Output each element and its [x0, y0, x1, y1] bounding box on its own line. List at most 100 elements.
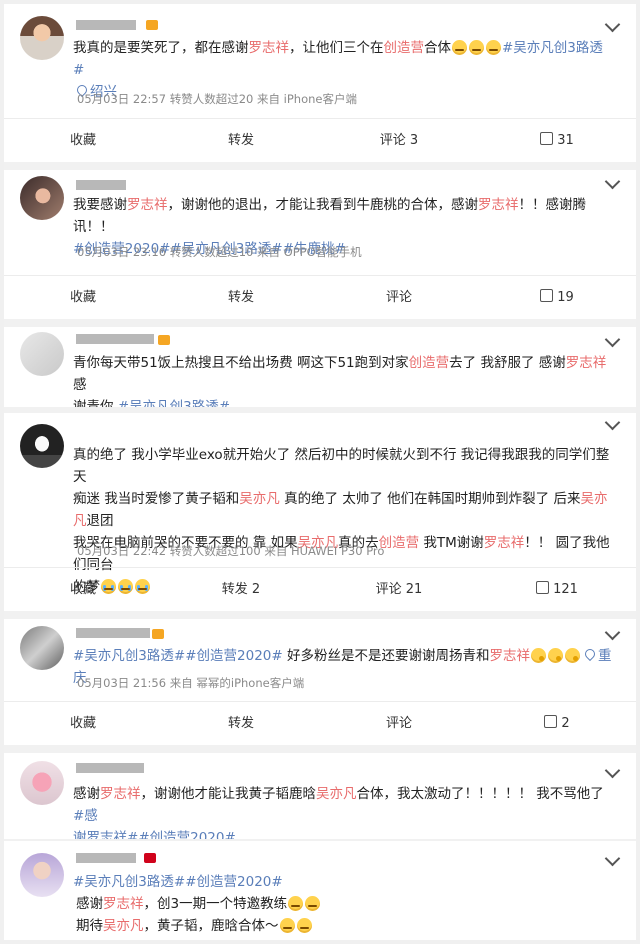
post-2: 我要感谢罗志祥，谢谢他的退出，才能让我看到牛鹿桃的合体，感谢罗志祥！！感谢腾讯！…: [4, 170, 636, 275]
location-pin-icon: [582, 646, 598, 662]
comment-button[interactable]: 评论 3: [320, 119, 478, 163]
mention-highlight[interactable]: 创造营: [409, 355, 450, 371]
text-segment: 我TM谢谢: [419, 535, 484, 551]
avatar[interactable]: [20, 176, 64, 220]
collect-button[interactable]: 收藏: [4, 702, 162, 746]
post-meta: 05月03日 22:57 转赞人数超过20 来自 iPhone客户端: [77, 92, 357, 106]
username[interactable]: [76, 851, 176, 865]
avatar[interactable]: [20, 332, 64, 376]
chevron-down-icon[interactable]: [604, 762, 621, 779]
text-segment: 青你每天带51饭上热搜且不给出场费 啊这下51跑到对家: [73, 355, 409, 371]
chevron-down-icon[interactable]: [604, 16, 621, 33]
smile-emoji-icon: [288, 896, 304, 911]
thinking-emoji-icon: [565, 648, 580, 663]
collect-button[interactable]: 收藏: [4, 568, 162, 612]
text-segment: ，创3一期一个特邀教练: [143, 896, 288, 912]
action-bar: 收藏 转发 评论 2: [4, 701, 636, 746]
post-5: #吴亦凡创3路透##创造营2020# 好多粉丝是不是还要谢谢周扬青和罗志祥 重庆 …: [4, 619, 636, 701]
repost-button[interactable]: 转发: [162, 119, 320, 163]
chevron-down-icon[interactable]: [604, 173, 621, 190]
thinking-emoji-icon: [531, 648, 546, 663]
avatar[interactable]: [20, 626, 64, 670]
mention-highlight[interactable]: 罗志祥: [566, 355, 607, 371]
post-3: 青你每天带51饭上热搜且不给出场费 啊这下51跑到对家创造营去了 我舒服了 感谢…: [4, 327, 636, 415]
like-button[interactable]: 121: [478, 568, 636, 612]
smile-emoji-icon: [279, 918, 295, 933]
text-segment: 退团: [86, 513, 114, 529]
text-segment: 痴迷 我当时爱惨了黄子韬和: [73, 491, 240, 507]
hashtag-link[interactable]: #创造营2020#: [185, 874, 282, 890]
thinking-emoji-icon: [548, 648, 563, 663]
text-segment: 感谢: [73, 786, 100, 802]
thumbs-up-icon: [540, 289, 554, 302]
like-count: 31: [557, 133, 574, 148]
username[interactable]: [76, 178, 176, 192]
laugh-cry-emoji-icon: [486, 40, 501, 55]
repost-button[interactable]: 转发: [162, 702, 320, 746]
mention-highlight[interactable]: 创造营: [384, 40, 425, 56]
post-meta: 05月03日 23:16 转赞人数超过10 来自 OPPO智能手机: [77, 245, 362, 259]
action-bar: 收藏 转发 2 评论 21 121: [4, 567, 636, 612]
mention-highlight[interactable]: 罗志祥: [484, 535, 525, 551]
vip-badge-icon: [158, 335, 170, 345]
chevron-down-icon[interactable]: [604, 414, 621, 431]
mention-highlight[interactable]: 罗志祥: [103, 896, 144, 912]
text-segment: 去了 我舒服了 感谢: [449, 355, 566, 371]
avatar[interactable]: [20, 424, 64, 468]
mention-highlight[interactable]: 吴亦凡: [239, 491, 280, 507]
like-button[interactable]: 2: [478, 702, 636, 746]
hashtag-link[interactable]: #吴亦凡创3路透#: [73, 648, 185, 664]
hashtag-link[interactable]: #创造营2020#: [185, 648, 282, 664]
chevron-down-icon[interactable]: [604, 624, 621, 641]
divider: [4, 611, 636, 619]
like-button[interactable]: 31: [478, 119, 636, 163]
post-meta: 05月03日 22:42 转赞人数超过100 来自 HUAWEI P30 Pro: [77, 544, 385, 558]
collect-button[interactable]: 收藏: [4, 119, 162, 163]
mention-highlight[interactable]: 罗志祥: [100, 786, 141, 802]
comment-button[interactable]: 评论 21: [320, 568, 478, 612]
laugh-cry-emoji-icon: [452, 40, 467, 55]
text-segment: 合体，我太激动了！！！！！ 我不骂他了: [356, 786, 604, 802]
post-6: 感谢罗志祥，谢谢他才能让我黄子韬鹿晗吴亦凡合体，我太激动了！！！！！ 我不骂他了…: [4, 753, 636, 846]
mention-highlight[interactable]: 罗志祥: [490, 648, 531, 664]
text-segment: 感: [73, 377, 87, 393]
post-text: 感谢罗志祥，创3一期一个特邀教练 期待吴亦凡，黄子韬，鹿晗合体～: [76, 893, 616, 937]
like-count: 2: [561, 716, 570, 731]
username[interactable]: [76, 761, 176, 775]
username[interactable]: [76, 18, 176, 32]
collect-button[interactable]: 收藏: [4, 276, 162, 320]
avatar[interactable]: [20, 16, 64, 60]
action-bar: 收藏 转发 评论 19: [4, 275, 636, 320]
chevron-down-icon[interactable]: [604, 331, 621, 348]
text-segment: 真的绝了 我小学毕业exo就开始火了 然后初中的时候就火到不行 我记得我跟我的同…: [73, 447, 610, 485]
chevron-down-icon[interactable]: [604, 850, 621, 867]
thumbs-up-icon: [544, 715, 558, 728]
repost-button[interactable]: 转发: [162, 276, 320, 320]
repost-button[interactable]: 转发 2: [162, 568, 320, 612]
post-meta: 05月03日 21:56 来自 幂幂的iPhone客户端: [77, 676, 305, 690]
comment-button[interactable]: 评论: [320, 702, 478, 746]
like-button[interactable]: 19: [478, 276, 636, 320]
text-segment: ，让他们三个在: [289, 40, 384, 56]
comment-button[interactable]: 评论: [320, 276, 478, 320]
mention-highlight[interactable]: 创造营: [379, 535, 420, 551]
hashtag-link[interactable]: #感: [73, 808, 98, 824]
text-segment: 感谢: [76, 896, 103, 912]
post-1: 我真的是要笑死了，都在感谢罗志祥，让他们三个在创造营合体 #吴亦凡创3路透# 绍兴…: [4, 4, 636, 118]
hashtag-link[interactable]: #吴亦凡创3路透#: [73, 874, 185, 890]
thumbs-up-icon: [540, 132, 554, 145]
text-segment: 我真的是要笑死了，都在感谢: [73, 40, 249, 56]
mention-highlight[interactable]: 罗志祥: [127, 197, 168, 213]
divider: [4, 745, 636, 753]
text-segment: ，谢谢他才能让我黄子韬鹿晗: [140, 786, 317, 802]
mention-highlight[interactable]: 罗志祥: [249, 40, 290, 56]
mention-highlight[interactable]: 吴亦凡: [316, 786, 357, 802]
like-count: 19: [557, 290, 574, 305]
mention-highlight[interactable]: 吴亦凡: [103, 918, 144, 934]
mention-highlight[interactable]: 罗志祥: [478, 197, 519, 213]
text-segment: 真的绝了 太帅了 他们在韩国时期帅到炸裂了 后来: [279, 491, 581, 507]
smile-emoji-icon: [305, 896, 321, 911]
divider: [4, 319, 636, 327]
avatar[interactable]: [20, 761, 64, 805]
avatar[interactable]: [20, 853, 64, 897]
